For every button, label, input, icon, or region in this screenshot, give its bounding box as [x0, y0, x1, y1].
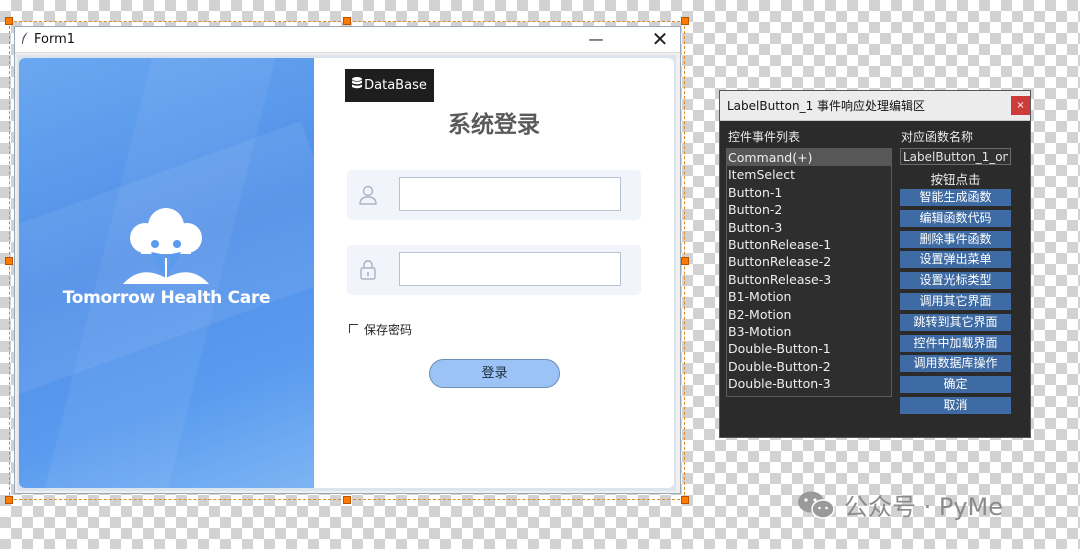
login-title: 系统登录 — [448, 112, 540, 138]
brand-name: Tomorrow Health Care — [62, 288, 271, 308]
action-button[interactable]: 设置弹出菜单 — [900, 251, 1011, 269]
function-name-input[interactable] — [900, 148, 1011, 165]
resize-handle-bottom-left[interactable] — [5, 496, 13, 504]
action-button[interactable]: 设置光标类型 — [900, 272, 1011, 290]
checkbox-icon — [349, 324, 358, 333]
remember-password-checkbox[interactable]: 保存密码 — [349, 321, 412, 338]
action-button[interactable]: 跳转到其它界面 — [900, 313, 1011, 331]
login-button[interactable]: 登录 — [429, 359, 560, 388]
editor-titlebar[interactable]: LabelButton_1 事件响应处理编辑区 × — [720, 91, 1030, 121]
password-input[interactable] — [399, 252, 621, 286]
resize-handle-left[interactable] — [5, 257, 13, 265]
event-list-item[interactable]: B1-Motion — [727, 288, 891, 305]
event-list-item[interactable]: ItemSelect — [727, 166, 891, 183]
database-button[interactable]: DataBase — [345, 69, 434, 102]
event-list-item[interactable]: Double-Button-1 — [727, 340, 891, 357]
editor-title: LabelButton_1 事件响应处理编辑区 — [727, 99, 926, 113]
close-button[interactable]: ✕ — [649, 28, 671, 50]
form-window: Form1 — ✕ Tomorrow Health Care DataBase … — [14, 26, 681, 494]
event-list[interactable]: Command(+) ItemSelect Button-1 Button-2 Butt… — [726, 148, 892, 397]
wechat-icon — [798, 491, 835, 519]
action-button[interactable]: 调用数据库操作 — [900, 355, 1011, 373]
resize-handle-top[interactable] — [343, 17, 351, 25]
action-button[interactable]: 确定 — [900, 376, 1011, 394]
database-icon — [352, 69, 363, 102]
username-row — [347, 170, 641, 220]
hero-panel: Tomorrow Health Care — [19, 58, 314, 488]
resize-handle-bottom-right[interactable] — [681, 496, 689, 504]
event-list-item[interactable]: Double-Button-3 — [727, 375, 891, 392]
event-list-item[interactable]: Button-2 — [727, 201, 891, 218]
event-list-item[interactable]: B3-Motion — [727, 323, 891, 340]
events-label: 控件事件列表 — [728, 130, 801, 144]
action-button[interactable]: 编辑函数代码 — [900, 209, 1011, 227]
form-title: Form1 — [34, 32, 76, 47]
form-titlebar[interactable]: Form1 — ✕ — [15, 27, 680, 53]
username-input[interactable] — [399, 177, 621, 211]
action-button[interactable]: 控件中加载界面 — [900, 334, 1011, 352]
password-row — [347, 245, 641, 295]
tree-people-logo — [123, 208, 209, 284]
event-list-item[interactable]: Button-1 — [727, 184, 891, 201]
resize-handle-right[interactable] — [681, 257, 689, 265]
event-list-item[interactable]: ButtonRelease-1 — [727, 236, 891, 253]
resize-handle-bottom[interactable] — [343, 496, 351, 504]
resize-handle-top-right[interactable] — [681, 17, 689, 25]
resize-handle-top-left[interactable] — [5, 17, 13, 25]
remember-password-label: 保存密码 — [364, 323, 413, 337]
action-button[interactable]: 智能生成函数 — [900, 189, 1011, 206]
user-icon — [359, 185, 377, 205]
action-button[interactable]: 取消 — [900, 397, 1011, 414]
function-label: 对应函数名称 — [901, 130, 974, 144]
form-body: Tomorrow Health Care DataBase 系统登录 保存密码 … — [17, 55, 676, 491]
event-editor-panel: LabelButton_1 事件响应处理编辑区 × 控件事件列表 对应函数名称 … — [719, 90, 1031, 438]
event-list-item[interactable]: Double-Button-2 — [727, 358, 891, 375]
event-list-item[interactable]: B2-Motion — [727, 306, 891, 323]
feather-icon — [21, 32, 29, 48]
minimize-button[interactable]: — — [587, 29, 605, 49]
event-list-item[interactable]: ButtonRelease-3 — [727, 271, 891, 288]
editor-close-button[interactable]: × — [1011, 96, 1030, 115]
action-button[interactable]: 调用其它界面 — [900, 293, 1011, 310]
event-list-item[interactable]: Button-3 — [727, 219, 891, 236]
lock-icon — [360, 260, 376, 280]
database-button-label: DataBase — [364, 78, 427, 93]
action-button[interactable]: 删除事件函数 — [900, 230, 1011, 248]
watermark: 公众号 · PyMe — [796, 490, 1004, 521]
event-list-item[interactable]: ButtonRelease-2 — [727, 253, 891, 270]
watermark-text: 公众号 · PyMe — [844, 493, 1004, 521]
login-panel: DataBase 系统登录 保存密码 登录 — [314, 58, 674, 488]
function-caption: 按钮点击 — [930, 172, 981, 187]
event-list-item[interactable]: Command(+) — [727, 149, 891, 167]
